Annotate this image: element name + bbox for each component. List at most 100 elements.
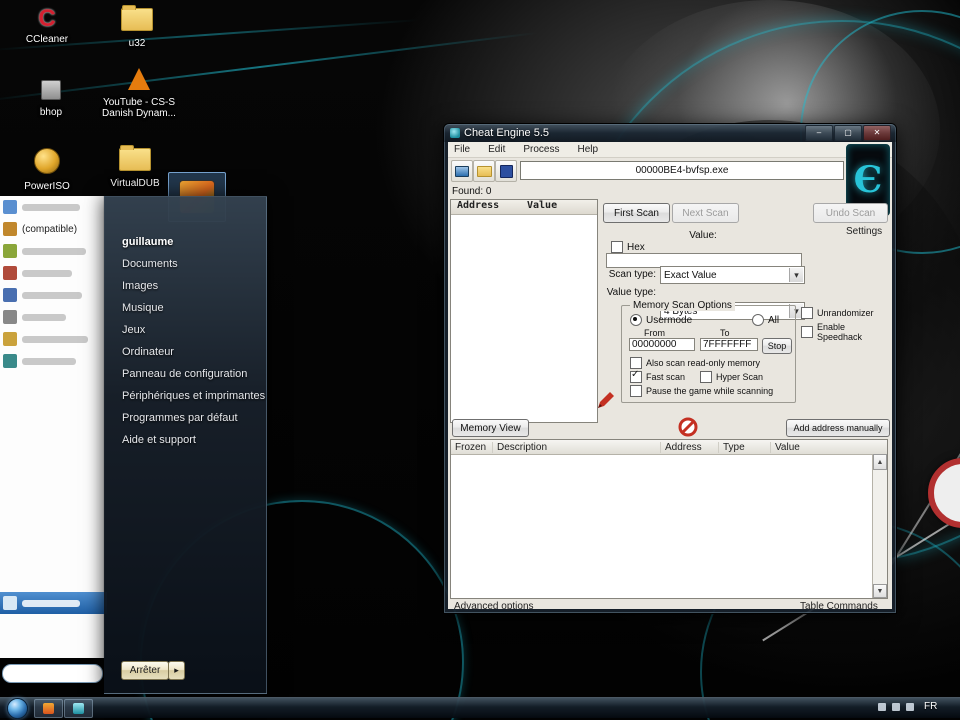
- program-icon: [3, 332, 17, 346]
- menu-file[interactable]: File: [454, 144, 470, 155]
- speedhack-checkbox[interactable]: [801, 326, 813, 338]
- pause-game-checkbox-row[interactable]: Pause the game while scanning: [630, 385, 773, 397]
- scroll-up-arrow[interactable]: ▲: [873, 454, 887, 470]
- speedhack-checkbox-row[interactable]: Enable Speedhack: [801, 322, 892, 342]
- desktop-icon-label: PowerISO: [10, 181, 84, 192]
- value-column-header[interactable]: Value: [771, 442, 851, 453]
- readonly-memory-checkbox[interactable]: [630, 357, 642, 369]
- scroll-down-arrow[interactable]: ▼: [873, 584, 887, 598]
- start-menu-item-ordinateur[interactable]: Ordinateur: [104, 341, 266, 363]
- start-menu-item-programmes[interactable]: Programmes par défaut: [104, 407, 266, 429]
- program-list-item-selected[interactable]: [0, 592, 107, 614]
- desktop-icon-bhop[interactable]: bhop: [14, 80, 88, 118]
- first-scan-button[interactable]: First Scan: [603, 203, 670, 223]
- description-column-header[interactable]: Description: [493, 442, 661, 453]
- readonly-checkbox-row[interactable]: Also scan read-only memory: [630, 357, 760, 369]
- start-menu-item-musique[interactable]: Musique: [104, 297, 266, 319]
- hyper-scan-checkbox-row[interactable]: Hyper Scan: [700, 371, 763, 383]
- cheat-engine-logo-glyph: Є: [854, 159, 883, 201]
- table-scrollbar[interactable]: ▲ ▼: [872, 454, 887, 598]
- fast-scan-checkbox-row[interactable]: Fast scan: [630, 371, 685, 383]
- program-list-item[interactable]: [0, 350, 104, 372]
- language-indicator[interactable]: FR: [924, 701, 937, 712]
- program-icon: [3, 354, 17, 368]
- taskbar-app-button[interactable]: [34, 699, 63, 718]
- hex-checkbox-row[interactable]: Hex: [611, 241, 645, 253]
- minimize-button[interactable]: –: [805, 125, 833, 141]
- start-menu-item-peripheriques[interactable]: Périphériques et imprimantes: [104, 385, 266, 407]
- program-list-item[interactable]: [0, 262, 104, 284]
- add-address-manually-button[interactable]: Add address manually: [786, 419, 890, 437]
- pause-game-checkbox[interactable]: [630, 385, 642, 397]
- start-menu-item-images[interactable]: Images: [104, 275, 266, 297]
- hyper-scan-checkbox[interactable]: [700, 371, 712, 383]
- tray-icon[interactable]: [878, 703, 886, 711]
- advanced-options-link[interactable]: Advanced options: [454, 601, 534, 612]
- program-icon: [3, 244, 17, 258]
- program-label: (compatible): [22, 224, 77, 235]
- unrandomizer-checkbox-row[interactable]: Unrandomizer: [801, 307, 874, 319]
- taskbar-app-button[interactable]: [64, 699, 93, 718]
- memory-view-button[interactable]: Memory View: [452, 419, 529, 437]
- value-column-header[interactable]: Value: [527, 200, 557, 214]
- shutdown-options-arrow[interactable]: [168, 661, 185, 680]
- desktop-icon-poweriso[interactable]: PowerISO: [10, 148, 84, 192]
- usermode-radio[interactable]: [630, 314, 642, 326]
- start-button[interactable]: [7, 698, 28, 719]
- menu-edit[interactable]: Edit: [488, 144, 505, 155]
- address-column-header[interactable]: Address: [451, 200, 527, 214]
- value-label: Value:: [603, 230, 803, 241]
- program-label: [22, 600, 80, 607]
- scan-type-dropdown[interactable]: Exact Value: [660, 266, 805, 284]
- cheat-table[interactable]: Frozen Description Address Type Value ▲ …: [450, 439, 888, 599]
- settings-link[interactable]: Settings: [846, 226, 882, 237]
- maximize-button[interactable]: ▢: [834, 125, 862, 141]
- menu-process[interactable]: Process: [523, 144, 559, 155]
- program-list-item[interactable]: (compatible): [0, 218, 104, 240]
- desktop-icon-youtube-css[interactable]: YouTube - CS-S Danish Dynam...: [96, 68, 182, 119]
- start-menu-item-documents[interactable]: Documents: [104, 253, 266, 275]
- hex-checkbox[interactable]: [611, 241, 623, 253]
- all-radio[interactable]: [752, 314, 764, 326]
- open-table-button[interactable]: [473, 160, 495, 182]
- stop-button[interactable]: Stop: [762, 338, 792, 354]
- usermode-radio-row[interactable]: Usermode: [630, 314, 692, 326]
- menu-help[interactable]: Help: [577, 144, 598, 155]
- shutdown-button[interactable]: Arrêter: [121, 661, 169, 680]
- start-menu-item-aide[interactable]: Aide et support: [104, 429, 266, 451]
- start-menu-panel: guillaume Documents Images Musique Jeux …: [104, 196, 267, 694]
- program-list-item[interactable]: [0, 240, 104, 262]
- type-column-header[interactable]: Type: [719, 442, 771, 453]
- start-menu-item-user[interactable]: guillaume: [104, 231, 266, 253]
- tray-icon[interactable]: [906, 703, 914, 711]
- all-radio-row[interactable]: All: [752, 314, 779, 326]
- start-search-box[interactable]: [2, 664, 103, 683]
- start-menu-item-jeux[interactable]: Jeux: [104, 319, 266, 341]
- desktop-icon-virtualdub[interactable]: VirtualDUB: [98, 148, 172, 189]
- save-table-button[interactable]: [495, 160, 517, 182]
- fast-scan-checkbox[interactable]: [630, 371, 642, 383]
- program-list-item[interactable]: [0, 328, 104, 350]
- frozen-column-header[interactable]: Frozen: [451, 442, 493, 453]
- start-search-input[interactable]: [11, 668, 95, 683]
- select-process-button[interactable]: [451, 160, 473, 182]
- title-bar[interactable]: Cheat Engine 5.5 – ▢ ✕: [444, 124, 896, 142]
- tray-icon[interactable]: [892, 703, 900, 711]
- program-list-item[interactable]: [0, 196, 104, 218]
- unrandomizer-checkbox[interactable]: [801, 307, 813, 319]
- edit-pencil-icon[interactable]: [596, 392, 614, 410]
- desktop-icon-ccleaner[interactable]: C CCleaner: [10, 6, 84, 45]
- table-commands-link[interactable]: Table Commands: [800, 601, 878, 612]
- address-column-header[interactable]: Address: [661, 442, 719, 453]
- desktop-icon-u32[interactable]: u32: [100, 8, 174, 49]
- start-menu-item-panneau[interactable]: Panneau de configuration: [104, 363, 266, 385]
- program-icon: [3, 310, 17, 324]
- hyper-scan-label: Hyper Scan: [716, 372, 763, 382]
- to-address-input[interactable]: [700, 338, 758, 351]
- program-list-item[interactable]: [0, 306, 104, 328]
- close-button[interactable]: ✕: [863, 125, 891, 141]
- scan-results-list[interactable]: Address Value: [450, 199, 598, 423]
- poweriso-icon: [34, 148, 60, 174]
- from-address-input[interactable]: [629, 338, 695, 351]
- program-list-item[interactable]: [0, 284, 104, 306]
